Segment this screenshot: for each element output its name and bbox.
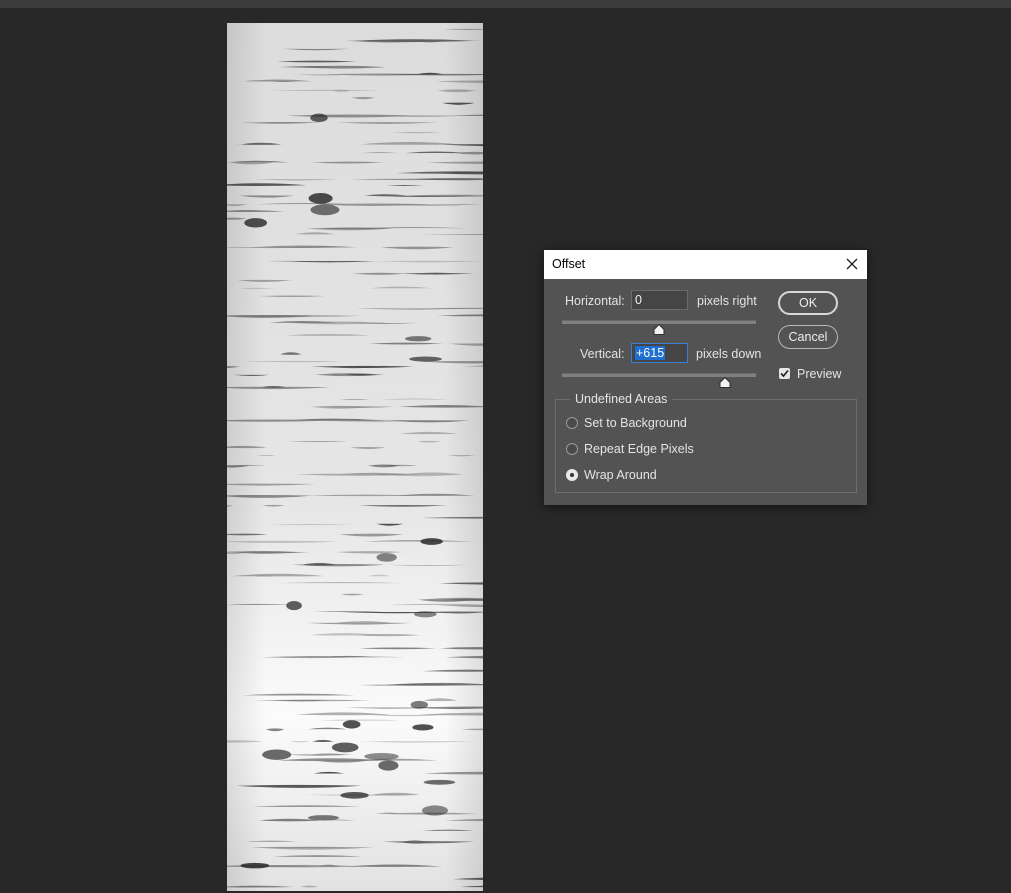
birch-bark-texture-image — [227, 23, 483, 891]
ok-button[interactable]: OK — [778, 291, 838, 315]
close-button[interactable] — [837, 250, 867, 279]
preview-label[interactable]: Preview — [797, 367, 841, 381]
radio-label-repeat-edge-pixels[interactable]: Repeat Edge Pixels — [584, 442, 694, 456]
vertical-input[interactable]: +615 — [631, 343, 688, 363]
preview-checkbox[interactable] — [779, 368, 790, 379]
horizontal-value: 0 — [635, 293, 642, 307]
document-canvas[interactable] — [227, 23, 483, 891]
horizontal-slider-thumb[interactable] — [653, 324, 665, 335]
vertical-value: +615 — [635, 346, 666, 360]
dialog-titlebar[interactable]: Offset — [544, 250, 867, 279]
vertical-label: Vertical: — [580, 347, 625, 361]
radio-wrap-around[interactable] — [566, 469, 578, 481]
radio-label-set-to-background[interactable]: Set to Background — [584, 416, 687, 430]
radio-set-to-background[interactable] — [566, 417, 578, 429]
radio-label-wrap-around[interactable]: Wrap Around — [584, 468, 657, 482]
horizontal-label: Horizontal: — [565, 294, 625, 308]
vertical-unit-label: pixels down — [696, 347, 762, 361]
horizontal-input[interactable]: 0 — [631, 290, 688, 310]
cancel-button[interactable]: Cancel — [778, 325, 838, 349]
close-icon — [846, 258, 858, 270]
horizontal-unit-label: pixels right — [697, 294, 757, 308]
radio-repeat-edge-pixels[interactable] — [566, 443, 578, 455]
undefined-areas-legend: Undefined Areas — [570, 392, 673, 406]
checkmark-icon — [780, 369, 789, 378]
vertical-slider-thumb[interactable] — [719, 377, 731, 388]
top-toolbar-strip — [0, 0, 1011, 8]
dialog-title: Offset — [552, 257, 586, 271]
offset-dialog: Offset Horizontal: 0 pixels right Vertic… — [544, 250, 867, 505]
